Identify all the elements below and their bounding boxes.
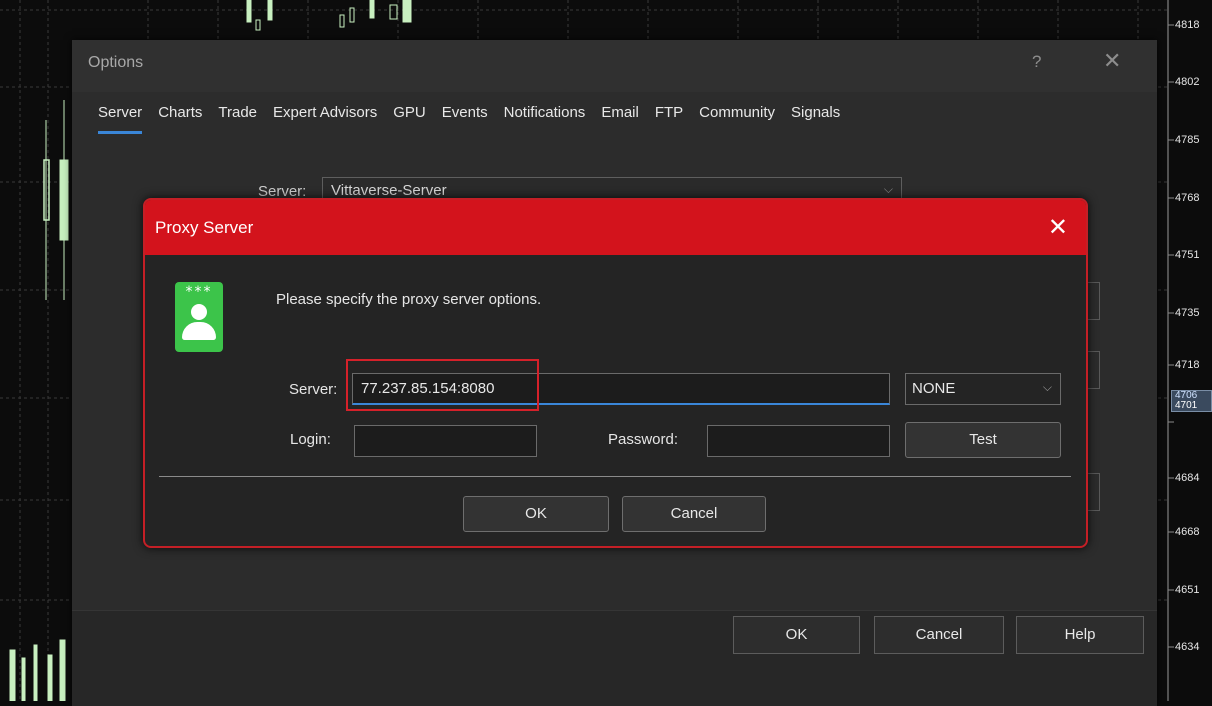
tab-events[interactable]: Events (442, 104, 488, 138)
price-label: 4684 (1175, 472, 1200, 484)
user-password-icon: *** (175, 282, 223, 352)
current-price-marker: 4706 4701 (1171, 390, 1212, 412)
price-label: 4818 (1175, 19, 1200, 31)
tab-charts[interactable]: Charts (158, 104, 202, 138)
tab-server[interactable]: Server (98, 104, 143, 138)
cancel-button[interactable]: Cancel (874, 616, 1004, 654)
price-label: 4735 (1175, 307, 1200, 319)
tab-email[interactable]: Email (601, 104, 639, 138)
close-icon[interactable]: ✕ (1048, 213, 1068, 242)
proxy-type-value: NONE (912, 380, 956, 397)
price-label: 4651 (1175, 584, 1200, 596)
proxy-server-label: Server: (289, 381, 338, 398)
tab-expert-advisors[interactable]: Expert Advisors (273, 104, 377, 138)
proxy-cancel-button[interactable]: Cancel (622, 496, 766, 532)
tab-community[interactable]: Community (699, 104, 775, 138)
tab-ftp[interactable]: FTP (655, 104, 683, 138)
current-price-label: 4701 (1175, 400, 1198, 411)
price-label: 4785 (1175, 134, 1200, 146)
chevron-down-icon: ⌵ (883, 182, 893, 196)
price-label: 4751 (1175, 249, 1200, 261)
proxy-type-select[interactable]: NONE ⌵ (905, 373, 1061, 405)
login-input[interactable] (354, 425, 537, 457)
help-button[interactable]: Help (1016, 616, 1144, 654)
test-button[interactable]: Test (905, 422, 1061, 458)
password-input[interactable] (707, 425, 890, 457)
proxy-message: Please specify the proxy server options. (276, 291, 542, 308)
price-label: 4718 (1175, 359, 1200, 371)
options-title-bar[interactable]: Options ? ✕ (72, 40, 1157, 92)
tab-notifications[interactable]: Notifications (504, 104, 586, 138)
tab-signals[interactable]: Signals (791, 104, 840, 138)
close-icon[interactable]: ✕ (1103, 48, 1121, 74)
proxy-server-dialog: Proxy Server ✕ *** Please specify the pr… (143, 198, 1088, 548)
tab-trade[interactable]: Trade (218, 104, 257, 138)
user-head-shape (191, 304, 207, 320)
options-tab-bar: Server Charts Trade Expert Advisors GPU … (98, 104, 856, 138)
price-label: 4768 (1175, 192, 1200, 204)
password-label: Password: (608, 431, 679, 448)
help-icon[interactable]: ? (1032, 52, 1041, 72)
price-label: 4634 (1175, 641, 1200, 653)
tab-gpu[interactable]: GPU (393, 104, 426, 138)
highlight-box (346, 359, 539, 411)
ok-button[interactable]: OK (733, 616, 860, 654)
server-select-value: Vittaverse-Server (331, 182, 447, 199)
user-body-shape (182, 322, 216, 340)
price-label: 4668 (1175, 526, 1200, 538)
options-title: Options (88, 54, 144, 71)
chevron-down-icon: ⌵ (1042, 380, 1052, 394)
divider (159, 476, 1071, 477)
login-label: Login: (290, 431, 331, 448)
password-stars: *** (185, 284, 213, 300)
proxy-ok-button[interactable]: OK (463, 496, 609, 532)
price-label: 4802 (1175, 76, 1200, 88)
proxy-dialog-title: Proxy Server (155, 218, 254, 237)
proxy-title-bar[interactable]: Proxy Server ✕ (145, 200, 1086, 255)
